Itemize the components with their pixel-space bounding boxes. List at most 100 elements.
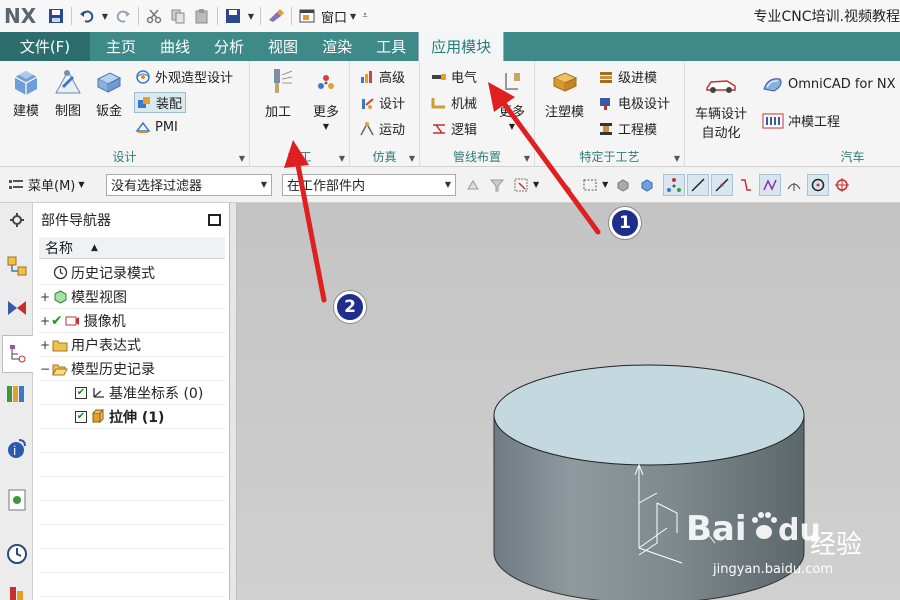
resource-bar-settings-icon[interactable] [4,207,30,233]
midpoint-snap-icon[interactable] [711,173,734,196]
window-dropdown-icon[interactable]: ▼ [348,5,358,27]
collapse-icon[interactable]: − [39,362,51,376]
save-icon[interactable] [45,5,67,27]
tab-curve[interactable]: 曲线 [148,32,202,61]
save-dropdown-icon[interactable]: ▼ [246,5,256,27]
tab-home[interactable]: 主页 [90,32,148,61]
modeling-button[interactable]: 建模 [10,66,42,119]
chevron-down-icon[interactable]: ▼ [533,180,539,189]
omnicad-button[interactable]: OmniCAD for NX [761,75,896,93]
assembly-button[interactable]: 装配 [134,92,187,113]
redo-icon[interactable] [112,5,134,27]
tree-row-datum-csys[interactable]: ✔ 基准坐标系 (0) [39,381,225,405]
tab-file[interactable]: 文件(F) [0,32,90,61]
undo-icon[interactable] [76,5,98,27]
history-icon[interactable] [4,487,30,513]
intersection-snap-icon[interactable] [759,173,782,196]
visibility-checkbox[interactable]: ✔ [75,410,87,423]
general-selection-filter-icon[interactable] [486,174,508,196]
reuse-library-icon[interactable] [4,381,30,407]
mold-wizard-button[interactable]: 注塑模 [545,67,584,120]
web-browser-icon[interactable]: i [4,435,30,461]
deselect-all-icon[interactable] [555,174,577,196]
machining-more-button[interactable]: 更多 ▼ [310,67,342,131]
ribbon-group-simulation-expand-icon[interactable]: ▼ [409,154,415,163]
routing-more-button[interactable]: 更多 ▼ [496,67,528,131]
touch-mode-icon[interactable] [265,5,287,27]
endpoint-snap-icon[interactable] [687,173,710,196]
select-all-icon[interactable] [510,174,532,196]
tree-row-user-expressions[interactable]: + 用户表达式 [39,333,225,357]
paste-icon[interactable] [191,5,213,27]
design-simulation-icon [358,94,376,112]
cut-icon[interactable] [143,5,165,27]
expand-icon[interactable]: + [39,314,51,328]
control-point-snap-icon[interactable] [735,174,757,196]
ribbon-group-design-expand-icon[interactable]: ▼ [239,154,245,163]
rectangle-select-icon[interactable] [579,174,601,196]
chevron-down-icon[interactable]: ▼ [602,180,608,189]
tab-tools[interactable]: 工具 [364,32,418,61]
machining-button[interactable]: 加工 [262,67,294,120]
vehicle-design-automation-button[interactable]: 车辆设计 自动化 [695,69,747,141]
expand-icon[interactable]: + [39,290,51,304]
point-on-curve-snap-icon[interactable] [831,174,853,196]
simulation-motion-button[interactable]: 运动 [358,119,405,138]
ribbon-group-process-expand-icon[interactable]: ▼ [674,154,680,163]
tab-view[interactable]: 视图 [256,32,310,61]
sheet-metal-button[interactable]: 钣金 [93,66,125,119]
ribbon-group-routing-expand-icon[interactable]: ▼ [524,154,530,163]
save-as-icon[interactable] [222,5,244,27]
drafting-button[interactable]: 制图 [52,66,84,119]
visibility-checkbox[interactable]: ✔ [75,386,87,399]
tab-render[interactable]: 渲染 [310,32,364,61]
selection-scope-dropdown[interactable]: 在工作部件内 ▼ [282,173,456,196]
window-icon[interactable] [296,5,318,27]
chevron-down-icon: ▼ [78,180,85,189]
roles-icon[interactable] [4,581,30,600]
tab-applications[interactable]: 应用模块 [418,32,505,61]
tree-row-empty [39,549,225,573]
tree-row-model-history[interactable]: − 模型历史记录 [39,357,225,381]
window-menu[interactable]: 窗口 [321,7,347,26]
navigator-splitter[interactable] [230,203,237,600]
tree-row-cameras[interactable]: + ✔ 摄像机 [39,309,225,333]
ribbon-group-machining-expand-icon[interactable]: ▼ [339,154,345,163]
stamping-engineering-button[interactable]: 冲模工程 [761,111,840,130]
customize-quick-access-icon[interactable]: ⩡ [360,5,370,27]
arc-center-snap-icon[interactable] [783,174,805,196]
ribbon-group-machining-label: 加工 [287,150,312,164]
progressive-die-button[interactable]: 级进模 [597,67,657,86]
quadrant-snap-icon[interactable] [807,173,830,196]
maximize-icon[interactable] [208,214,221,226]
tree-row-extrude[interactable]: ✔ 拉伸 (1) [39,405,225,429]
select-solid-icon[interactable] [636,174,658,196]
part-navigator-icon[interactable] [2,335,33,373]
pmi-button[interactable]: PMI [134,118,178,136]
simulation-advanced-button[interactable]: 高级 [358,67,405,86]
name-column-header[interactable]: 名称 ▲ [39,237,225,259]
shape-studio-button[interactable]: 外观造型设计 [134,67,233,86]
routing-mechanical-button[interactable]: 机械 [430,93,477,112]
electrode-design-button[interactable]: 电极设计 [597,93,670,112]
type-filter-dropdown[interactable]: 没有选择过滤器 ▼ [106,173,272,196]
tree-row-model-views[interactable]: + 模型视图 [39,285,225,309]
main-menu-button[interactable]: 菜单(M) ▼ [8,175,98,194]
simulation-design-button[interactable]: 设计 [358,93,405,112]
undo-dropdown-icon[interactable]: ▼ [100,5,110,27]
select-features-icon[interactable] [462,174,484,196]
clock-icon [51,264,69,282]
tree-row-history-mode[interactable]: 历史记录模式 [39,261,225,285]
snap-enable-icon[interactable] [663,173,686,196]
routing-electrical-button[interactable]: 电气 [430,67,477,86]
routing-logical-button[interactable]: 逻辑 [430,119,477,138]
select-body-icon[interactable] [612,174,634,196]
constraint-navigator-icon[interactable] [4,295,30,321]
expand-icon[interactable]: + [39,338,51,352]
engineering-die-button[interactable]: 工程模 [597,119,657,138]
copy-icon[interactable] [167,5,189,27]
clock-icon[interactable] [4,541,30,567]
assembly-navigator-icon[interactable] [4,253,30,279]
tab-analysis[interactable]: 分析 [202,32,256,61]
toolbar-separator [71,7,72,25]
